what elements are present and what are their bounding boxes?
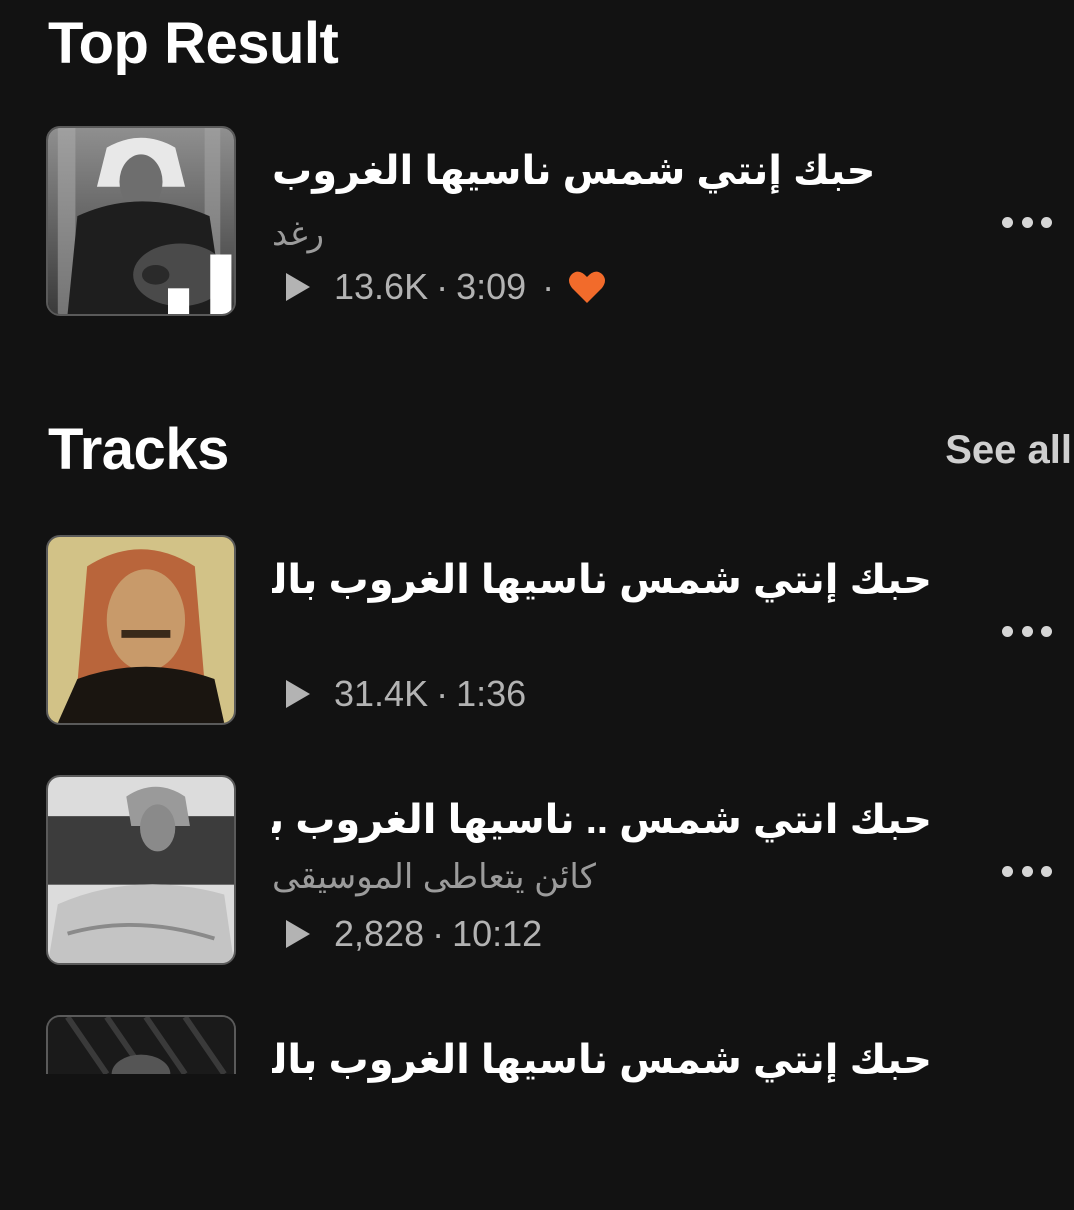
- track-title: حبك إنتي شمس ناسيها الغروب بالحـ...: [272, 1038, 932, 1082]
- more-options-icon[interactable]: [1002, 861, 1052, 881]
- tracks-heading: Tracks: [48, 417, 229, 482]
- track-artwork[interactable]: [46, 775, 236, 965]
- track-artwork[interactable]: [46, 126, 236, 316]
- track-artwork[interactable]: [46, 1015, 236, 1074]
- artwork-photo-3: [48, 777, 234, 963]
- meta-separator: ·: [542, 266, 555, 307]
- track-meta: 31.4K · 1:36: [284, 673, 526, 715]
- track-row[interactable]: حبك إنتي شمس ناسيها الغروب بالحـ... 31.4…: [0, 535, 1074, 730]
- now-playing-icon: [168, 254, 232, 314]
- meta-separator: ·: [436, 266, 449, 307]
- play-count: 2,828: [334, 913, 425, 954]
- track-artist[interactable]: رغد: [272, 214, 932, 254]
- track-meta: 13.6K · 3:09 ·: [284, 266, 606, 308]
- track-duration: 3:09: [456, 266, 527, 307]
- track-duration: 10:12: [452, 913, 543, 954]
- track-artist[interactable]: كائن يتعاطى الموسيقى: [272, 857, 932, 897]
- play-icon: [286, 273, 310, 301]
- track-meta: 2,828 · 10:12: [284, 913, 542, 955]
- more-options-icon[interactable]: [1002, 621, 1052, 641]
- top-result-row[interactable]: حبك إنتي شمس ناسيها الغروب رغد 13.6K · 3…: [0, 126, 1074, 321]
- track-duration: 1:36: [456, 673, 527, 714]
- track-row[interactable]: حبك إنتي شمس ناسيها الغروب بالحـ...: [0, 1015, 1074, 1210]
- more-options-icon[interactable]: [1002, 212, 1052, 232]
- artwork-photo-2: [48, 537, 234, 723]
- track-row[interactable]: حبك انتي شمس .. ناسيها الغروب بالـ... كا…: [0, 775, 1074, 970]
- play-count: 13.6K: [334, 266, 429, 307]
- track-title: حبك انتي شمس .. ناسيها الغروب بالـ...: [272, 798, 932, 842]
- meta-separator: ·: [432, 913, 445, 954]
- track-title: حبك إنتي شمس ناسيها الغروب بالحـ...: [272, 558, 932, 602]
- heart-icon[interactable]: [568, 270, 606, 304]
- play-icon: [286, 920, 310, 948]
- top-result-heading: Top Result: [48, 11, 339, 76]
- track-artwork[interactable]: [46, 535, 236, 725]
- track-title: حبك إنتي شمس ناسيها الغروب: [272, 149, 876, 193]
- see-all-link[interactable]: See all: [945, 428, 1072, 473]
- artwork-photo-4: [48, 1017, 234, 1074]
- play-count: 31.4K: [334, 673, 429, 714]
- play-icon: [286, 680, 310, 708]
- meta-separator: ·: [436, 673, 449, 714]
